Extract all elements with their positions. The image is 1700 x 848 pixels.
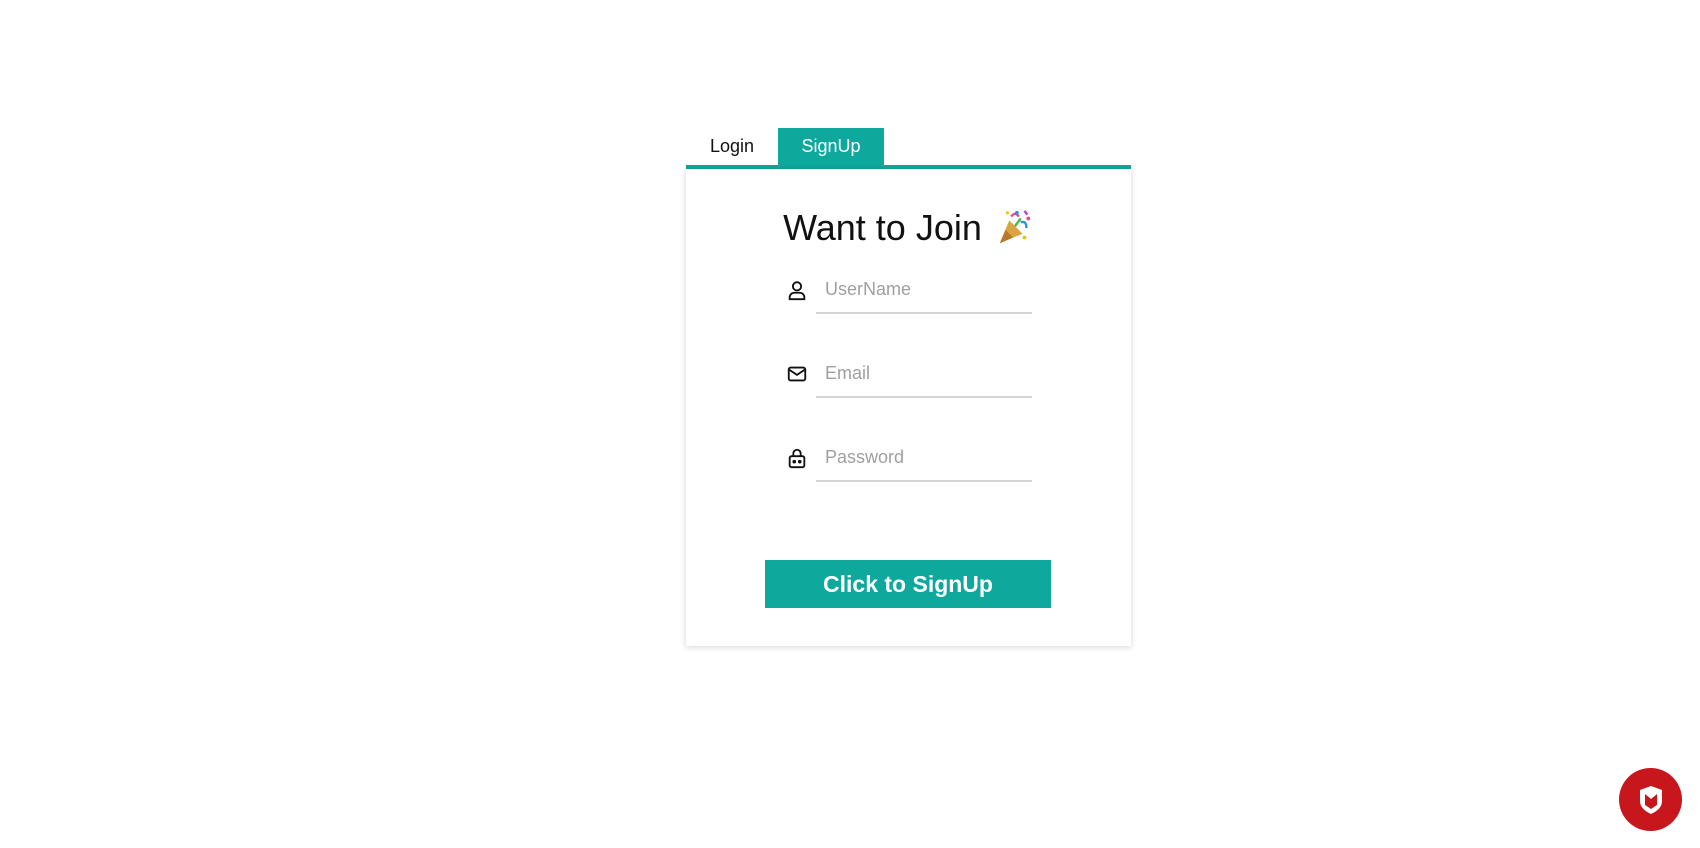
signup-submit-button[interactable]: Click to SignUp (765, 560, 1051, 608)
auth-tabs: Login SignUp (686, 128, 1131, 169)
tab-login[interactable]: Login (686, 128, 778, 165)
username-field (786, 267, 1036, 315)
password-field (786, 435, 1036, 483)
security-badge[interactable] (1619, 768, 1682, 831)
email-field (786, 351, 1036, 399)
password-input[interactable] (816, 435, 1032, 482)
signup-card: Want to Join UserName Email Click to Sig… (686, 169, 1131, 646)
lock-icon (788, 448, 806, 469)
heading-text: Want to Join (783, 207, 982, 248)
username-input[interactable] (816, 267, 1032, 314)
form-heading: Want to Join (686, 207, 1131, 249)
party-popper-icon (999, 210, 1031, 244)
mail-icon (787, 366, 807, 382)
user-icon (788, 281, 806, 301)
tab-signup[interactable]: SignUp (778, 128, 884, 165)
shield-logo-icon (1639, 785, 1662, 814)
email-input[interactable] (816, 351, 1032, 398)
